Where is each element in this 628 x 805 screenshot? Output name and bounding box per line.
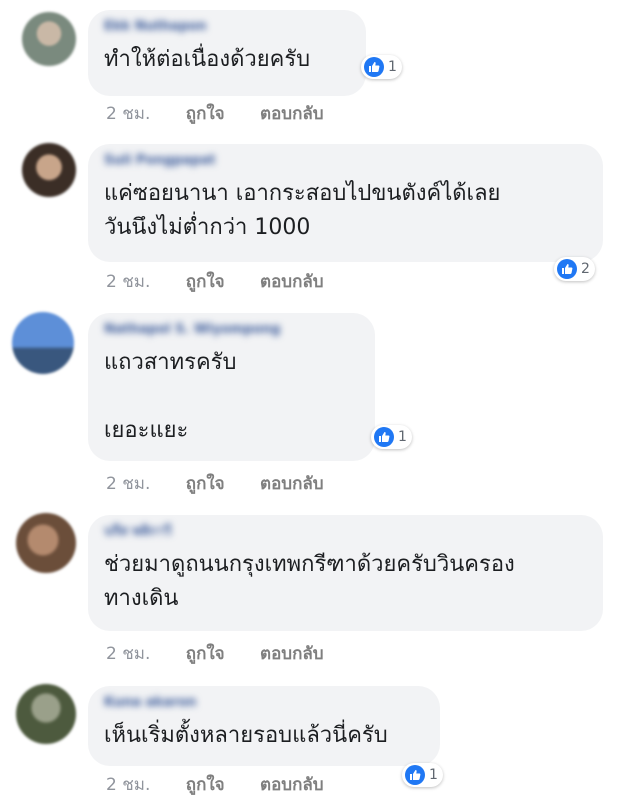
comment-author[interactable]: Suli Pongpapat	[104, 154, 587, 168]
reaction-count: 1	[429, 767, 438, 783]
comment-author[interactable]: Ekk Nuthapon	[104, 20, 350, 34]
reply-button[interactable]: ตอบกลับ	[260, 104, 324, 124]
reaction-count: 2	[581, 261, 590, 277]
thumbs-up-icon	[364, 57, 384, 77]
comment-actions: 2 ชม. ถูกใจ ตอบกลับ	[106, 268, 324, 295]
comment-author[interactable]: Nathapol S. Wiyompong	[104, 323, 359, 337]
avatar[interactable]	[22, 143, 76, 197]
comment-actions: 2 ชม. ถูกใจ ตอบกลับ	[106, 100, 324, 127]
reaction-count-badge[interactable]: 2	[554, 257, 595, 281]
avatar[interactable]	[12, 312, 74, 374]
like-button[interactable]: ถูกใจ	[186, 644, 225, 664]
comment-author[interactable]: Kuna akaron	[104, 696, 424, 710]
reply-button[interactable]: ตอบกลับ	[260, 644, 324, 664]
like-button[interactable]: ถูกใจ	[186, 104, 225, 124]
comment-text: ทำให้ต่อเนื่องด้วยครับ	[104, 47, 311, 72]
like-button[interactable]: ถูกใจ	[186, 272, 225, 292]
reply-button[interactable]: ตอบกลับ	[260, 474, 324, 494]
comment-actions: 2 ชม. ถูกใจ ตอบกลับ	[106, 771, 324, 798]
avatar[interactable]	[16, 684, 76, 744]
comment-text: แค่ซอยนานา เอากระสอบไปขนตังค์ได้เลย วันน…	[104, 181, 501, 240]
thumbs-up-icon	[374, 427, 394, 447]
comment-bubble: Nathapol S. Wiyompong แถวสาทรครับ เยอะแย…	[88, 313, 375, 461]
like-button[interactable]: ถูกใจ	[186, 775, 225, 795]
comment-bubble: Kuna akaron เห็นเริ่มตั้งหลายรอบแล้วนี่ค…	[88, 686, 440, 766]
comment-bubble: Suli Pongpapat แค่ซอยนานา เอากระสอบไปขนต…	[88, 144, 603, 262]
comment-actions: 2 ชม. ถูกใจ ตอบกลับ	[106, 470, 324, 497]
reaction-count-badge[interactable]: 1	[371, 425, 412, 449]
comment-timestamp[interactable]: 2 ชม.	[106, 474, 150, 494]
comment-timestamp[interactable]: 2 ชม.	[106, 272, 150, 292]
like-button[interactable]: ถูกใจ	[186, 474, 225, 494]
avatar[interactable]	[22, 12, 76, 66]
reaction-count: 1	[388, 59, 397, 75]
thumbs-up-icon	[557, 259, 577, 279]
comment-text: ช่วยมาดูถนนกรุงเทพกรีฑาด้วยครับวินครอง ท…	[104, 552, 515, 611]
thumbs-up-icon	[405, 765, 425, 785]
comment-actions: 2 ชม. ถูกใจ ตอบกลับ	[106, 640, 324, 667]
comment-bubble: นรีส พลิกาวี ช่วยมาดูถนนกรุงเทพกรีฑาด้วย…	[88, 515, 603, 631]
reaction-count: 1	[398, 429, 407, 445]
comment-author[interactable]: นรีส พลิกาวี	[104, 525, 587, 539]
reply-button[interactable]: ตอบกลับ	[260, 272, 324, 292]
comment-timestamp[interactable]: 2 ชม.	[106, 104, 150, 124]
comment-timestamp[interactable]: 2 ชม.	[106, 775, 150, 795]
avatar[interactable]	[16, 513, 76, 573]
reaction-count-badge[interactable]: 1	[402, 763, 443, 787]
comment-bubble: Ekk Nuthapon ทำให้ต่อเนื่องด้วยครับ	[88, 10, 366, 96]
comment-text: เห็นเริ่มตั้งหลายรอบแล้วนี่ครับ	[104, 723, 388, 748]
reply-button[interactable]: ตอบกลับ	[260, 775, 324, 795]
comment-timestamp[interactable]: 2 ชม.	[106, 644, 150, 664]
reaction-count-badge[interactable]: 1	[361, 55, 402, 79]
comment-text: แถวสาทรครับ เยอะแยะ	[104, 350, 237, 443]
